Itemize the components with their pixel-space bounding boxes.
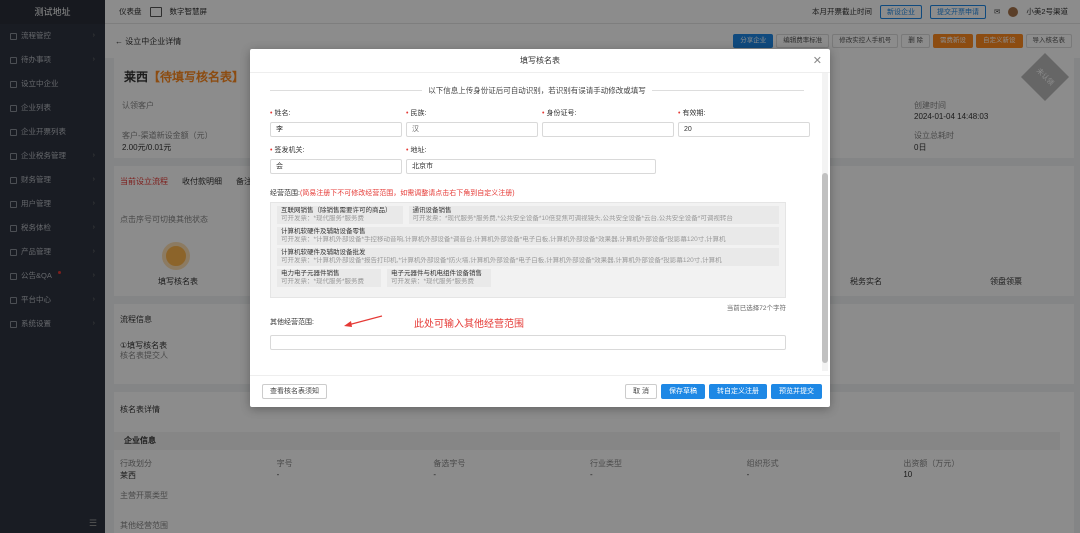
validity-input[interactable]: 20 — [678, 122, 810, 137]
address-input[interactable]: 北京市 — [406, 159, 656, 174]
modal-footer: 查看核名表须知 取 消 保存草稿 转自定义注册 预览并提交 — [250, 375, 830, 407]
char-count: 当前已选择72个字符 — [726, 305, 786, 312]
annotation-text: 此处可输入其他经营范围 — [413, 318, 524, 330]
scope-label: 经营范围:(简易注册下不可修改经营范围，如需调整请点击右下角到自定义注册) — [270, 190, 515, 197]
ethnicity-input[interactable]: 汉 — [406, 122, 538, 137]
scope-item: 电力电子元器件销售 可开发票：*现代服务*服务费 — [277, 269, 381, 287]
modal-scrollbar[interactable] — [822, 73, 828, 371]
cancel-button[interactable]: 取 消 — [625, 384, 657, 399]
other-scope-input[interactable] — [270, 335, 786, 350]
custom-register-button[interactable]: 转自定义注册 — [709, 384, 767, 399]
modal-title: 填写核名表 — [520, 56, 560, 65]
id-number-input[interactable] — [542, 122, 674, 137]
id-number-field-group: • 身份证号: — [542, 108, 674, 137]
scope-item: 互联网销售（除销售需要许可的商品） 可开发票：*现代服务*服务费 — [277, 206, 403, 224]
scope-item: 计算机软硬件及辅助设备零售 可开发票：*计算机外部设备*手控移动音响,计算机外部设… — [277, 227, 779, 245]
name-input[interactable]: 李 — [270, 122, 402, 137]
preview-submit-button[interactable]: 预览并提交 — [771, 384, 822, 399]
issuer-input[interactable]: 会 — [270, 159, 402, 174]
ocr-notice: 以下信息上传身份证后可自动识别，若识别有误请手动修改或填写 — [270, 85, 804, 96]
address-field-group: • 地址: 北京市 — [406, 145, 674, 174]
validity-field-group: • 有效期: 20 — [678, 108, 810, 137]
scope-item: 计算机软硬件及辅助设备批发 可开发票：*计算机外部设备*报告打印机,*计算机外部设… — [277, 248, 779, 266]
view-notice-button[interactable]: 查看核名表须知 — [262, 384, 327, 399]
name-form-modal: 填写核名表 ✕ 以下信息上传身份证后可自动识别，若识别有误请手动修改或填写 • 姓… — [250, 49, 830, 407]
scope-item: 通讯设备销售 可开发票：*现代服务*服务费,*公共安全设备*10倍变焦可调视镜头,… — [408, 206, 779, 224]
other-scope-label: 其他经营范围: — [270, 319, 314, 326]
modal-header: 填写核名表 ✕ — [250, 49, 830, 73]
scope-list: 互联网销售（除销售需要许可的商品） 可开发票：*现代服务*服务费 通讯设备销售 可开… — [270, 202, 786, 298]
scope-item: 电子元器件与机电组件设备销售 可开发票：*现代服务*服务费 — [387, 269, 491, 287]
annotation-arrow-icon — [343, 314, 384, 330]
save-draft-button[interactable]: 保存草稿 — [661, 384, 705, 399]
modal-body: 以下信息上传身份证后可自动识别，若识别有误请手动修改或填写 • 姓名: 李 • 民族… — [250, 73, 820, 371]
ethnicity-field-group: • 民族: 汉 — [406, 108, 538, 137]
other-scope-row: 其他经营范围: 此处可输入其他经营范围 — [270, 314, 804, 330]
scrollbar-thumb[interactable] — [822, 173, 828, 363]
issuer-field-group: • 签发机关: 会 — [270, 145, 402, 174]
close-icon[interactable]: ✕ — [813, 49, 822, 73]
name-field-group: • 姓名: 李 — [270, 108, 402, 137]
